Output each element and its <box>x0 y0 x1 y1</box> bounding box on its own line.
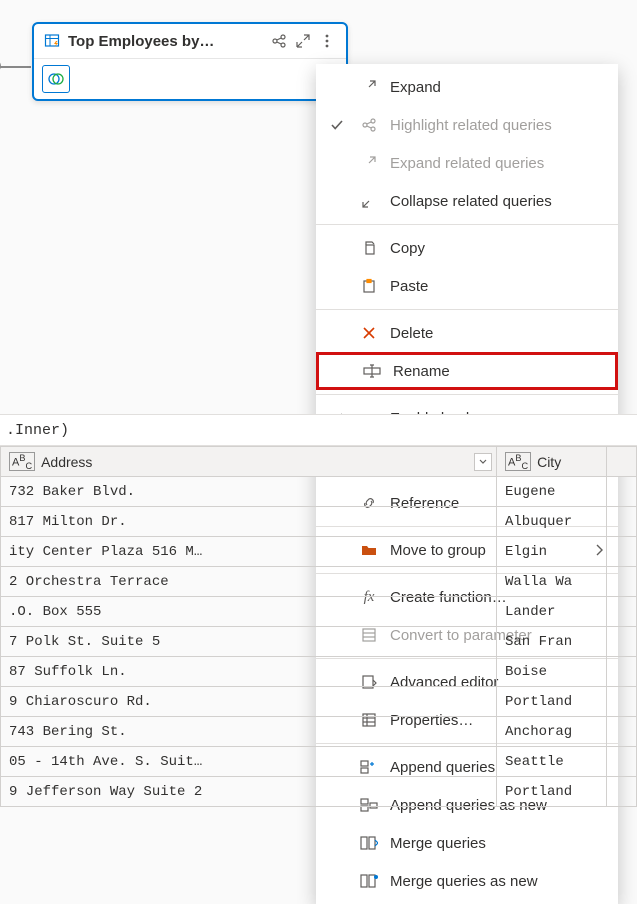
table-row[interactable]: .O. Box 555Lander <box>1 597 637 627</box>
menu-paste[interactable]: Paste <box>316 267 618 305</box>
cell-address: 9 Chiaroscuro Rd. <box>1 687 497 717</box>
cell-extra <box>607 507 637 537</box>
table-row[interactable]: 732 Baker Blvd.Eugene <box>1 477 637 507</box>
share-icon[interactable] <box>270 32 288 50</box>
text-type-icon: ABC <box>9 452 35 472</box>
expand-out-icon <box>358 155 380 171</box>
cell-address: .O. Box 555 <box>1 597 497 627</box>
menu-separator <box>316 394 618 395</box>
table-row[interactable]: 87 Suffolk Ln.Boise <box>1 657 637 687</box>
cell-city: Walla Wa <box>497 567 607 597</box>
column-header-city[interactable]: ABC City <box>497 447 607 477</box>
query-node[interactable]: Top Employees by… 1 st <box>32 22 348 101</box>
cell-extra <box>607 477 637 507</box>
cell-extra <box>607 717 637 747</box>
menu-rename[interactable]: Rename <box>316 352 618 390</box>
cell-extra <box>607 747 637 777</box>
menu-separator <box>316 224 618 225</box>
node-input-port[interactable] <box>0 60 1 72</box>
cell-address: 2 Orchestra Terrace <box>1 567 497 597</box>
cell-city: Seattle <box>497 747 607 777</box>
query-title: Top Employees by… <box>68 33 264 50</box>
cell-extra <box>607 777 637 807</box>
text-type-icon: ABC <box>505 452 531 472</box>
cell-address: 743 Bering St. <box>1 717 497 747</box>
menu-expand[interactable]: Expand <box>316 68 618 106</box>
checkmark-icon <box>326 118 348 132</box>
collapse-in-icon <box>358 193 380 209</box>
table-row[interactable]: 743 Bering St.Anchorag <box>1 717 637 747</box>
menu-highlight-related[interactable]: Highlight related queries <box>316 106 618 144</box>
menu-merge-queries-new[interactable]: Merge queries as new <box>316 862 618 900</box>
formula-text: .Inner) <box>6 422 69 439</box>
table-row[interactable]: 05 - 14th Ave. S. Suit…Seattle <box>1 747 637 777</box>
copy-icon <box>358 240 380 256</box>
menu-delete[interactable]: Delete <box>316 314 618 352</box>
cell-extra <box>607 597 637 627</box>
cell-city: Lander <box>497 597 607 627</box>
delete-icon <box>358 325 380 341</box>
more-options-icon[interactable] <box>318 32 336 50</box>
cell-city: Elgin <box>497 537 607 567</box>
cell-extra <box>607 627 637 657</box>
cell-city: Boise <box>497 657 607 687</box>
cell-extra <box>607 687 637 717</box>
table-row[interactable]: 7 Polk St. Suite 5San Fran <box>1 627 637 657</box>
cell-extra <box>607 657 637 687</box>
cell-city: San Fran <box>497 627 607 657</box>
column-header-address[interactable]: ABC Address <box>1 447 497 477</box>
node-connector-line <box>0 66 31 68</box>
column-header-extra[interactable] <box>607 447 637 477</box>
cell-address: 9 Jefferson Way Suite 2 <box>1 777 497 807</box>
expand-arrows-icon[interactable] <box>294 32 312 50</box>
table-row[interactable]: 817 Milton Dr.Albuquer <box>1 507 637 537</box>
cell-city: Anchorag <box>497 717 607 747</box>
column-filter-dropdown[interactable] <box>474 453 492 471</box>
cell-city: Portland <box>497 687 607 717</box>
menu-copy[interactable]: Copy <box>316 229 618 267</box>
cell-address: 732 Baker Blvd. <box>1 477 497 507</box>
cell-address: 87 Suffolk Ln. <box>1 657 497 687</box>
table-lightning-icon <box>44 32 62 50</box>
cell-address: 7 Polk St. Suite 5 <box>1 627 497 657</box>
rename-icon <box>361 363 383 379</box>
expand-icon <box>358 79 380 95</box>
cell-address: 817 Milton Dr. <box>1 507 497 537</box>
merge-step-icon[interactable] <box>42 65 70 93</box>
share-icon <box>358 117 380 133</box>
menu-expand-related[interactable]: Expand related queries <box>316 144 618 182</box>
cell-extra <box>607 537 637 567</box>
table-row[interactable]: 9 Jefferson Way Suite 2Portland <box>1 777 637 807</box>
cell-city: Portland <box>497 777 607 807</box>
cell-extra <box>607 567 637 597</box>
merge-icon <box>358 835 380 851</box>
data-table: ABC Address ABC City 732 Baker Blvd.Euge… <box>0 446 637 807</box>
cell-address: ity Center Plaza 516 M… <box>1 537 497 567</box>
menu-separator <box>316 309 618 310</box>
paste-icon <box>358 278 380 294</box>
menu-collapse-related[interactable]: Collapse related queries <box>316 182 618 220</box>
cell-address: 05 - 14th Ave. S. Suit… <box>1 747 497 777</box>
table-row[interactable]: 9 Chiaroscuro Rd.Portland <box>1 687 637 717</box>
table-row[interactable]: 2 Orchestra TerraceWalla Wa <box>1 567 637 597</box>
menu-merge-queries[interactable]: Merge queries <box>316 824 618 862</box>
cell-city: Albuquer <box>497 507 607 537</box>
table-row[interactable]: ity Center Plaza 516 M…Elgin <box>1 537 637 567</box>
formula-bar[interactable]: .Inner) <box>0 414 637 446</box>
merge-new-icon <box>358 873 380 889</box>
cell-city: Eugene <box>497 477 607 507</box>
